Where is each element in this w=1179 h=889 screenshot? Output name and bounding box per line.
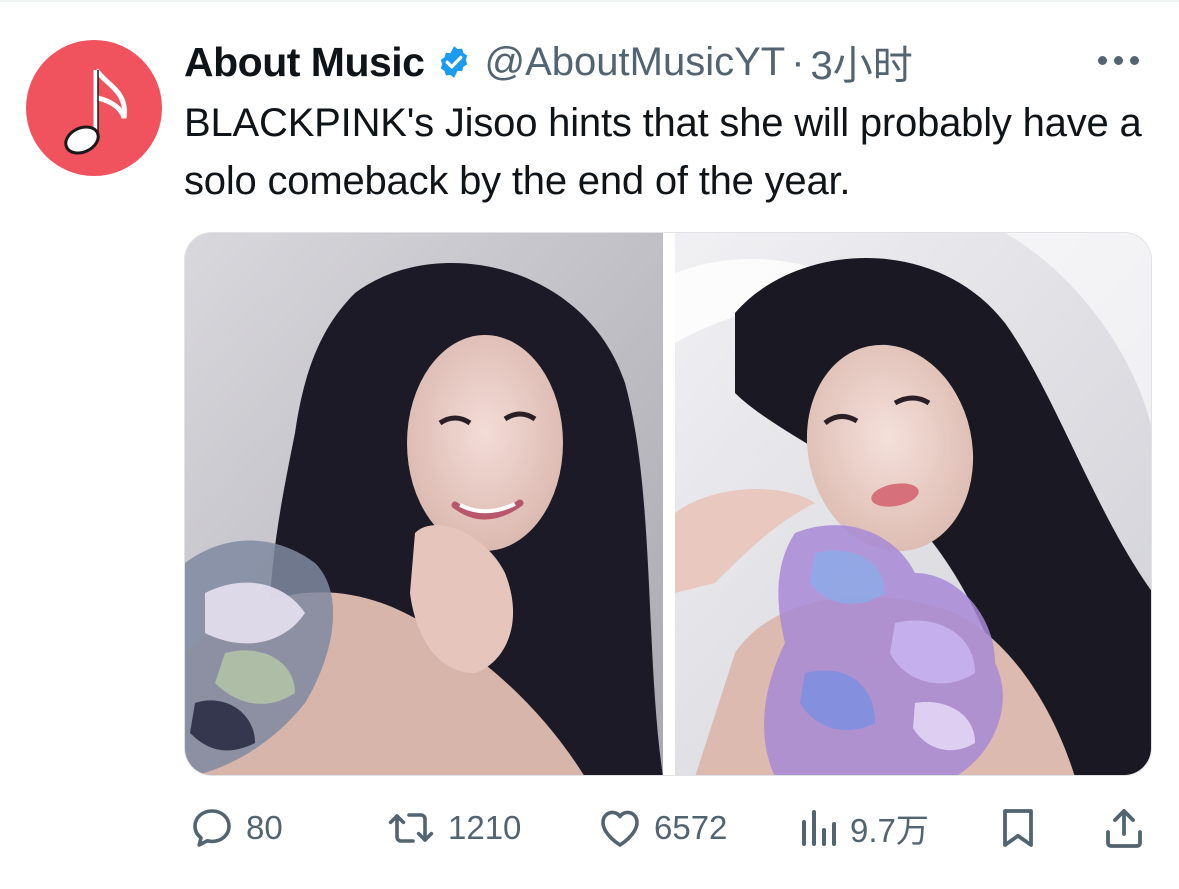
share-button[interactable] bbox=[1100, 800, 1148, 856]
heart-icon bbox=[601, 810, 639, 847]
author-display-name[interactable]: About Music bbox=[184, 39, 425, 86]
more-dot bbox=[1114, 55, 1123, 65]
views-bar-chart-icon bbox=[802, 810, 836, 846]
views-count: 9.7万 bbox=[850, 812, 929, 849]
author-avatar[interactable] bbox=[26, 40, 162, 176]
share-icon bbox=[1106, 809, 1142, 848]
photo-right-illustration bbox=[675, 233, 1151, 775]
tweet-timestamp[interactable]: 3小时 bbox=[811, 33, 913, 91]
header-separator: · bbox=[791, 39, 805, 84]
reply-button[interactable]: 80 bbox=[188, 800, 283, 856]
like-count: 6572 bbox=[654, 809, 728, 846]
repost-count: 1210 bbox=[448, 809, 522, 846]
action-bar: 80 1210 6572 9.7万 bbox=[184, 800, 1152, 856]
tweet-photo-right[interactable] bbox=[675, 233, 1151, 775]
author-handle[interactable]: @AboutMusicYT bbox=[484, 40, 785, 85]
like-button[interactable]: 6572 bbox=[596, 800, 727, 856]
more-dot bbox=[1098, 55, 1107, 65]
repost-icon bbox=[388, 813, 434, 843]
tweet-text: BLACKPINK's Jisoo hints that she will pr… bbox=[184, 101, 1142, 203]
photo-left-illustration bbox=[185, 233, 663, 775]
repost-button[interactable]: 1210 bbox=[384, 800, 521, 856]
media-grid bbox=[184, 232, 1152, 776]
more-dot bbox=[1130, 55, 1139, 65]
bookmark-icon bbox=[1003, 809, 1033, 847]
bookmark-button[interactable] bbox=[994, 800, 1042, 856]
more-dots-icon[interactable] bbox=[1098, 50, 1148, 70]
tweet-header: About Music @AboutMusicYT · 3小时 bbox=[184, 33, 913, 91]
top-divider bbox=[0, 0, 1179, 2]
music-note-icon bbox=[64, 68, 127, 155]
views-button[interactable]: 9.7万 bbox=[796, 800, 929, 856]
reply-count: 80 bbox=[246, 809, 283, 846]
media-gap bbox=[663, 233, 675, 775]
verified-badge-icon bbox=[441, 46, 468, 78]
reply-icon bbox=[193, 809, 231, 847]
tweet-photo-left[interactable] bbox=[185, 233, 663, 775]
